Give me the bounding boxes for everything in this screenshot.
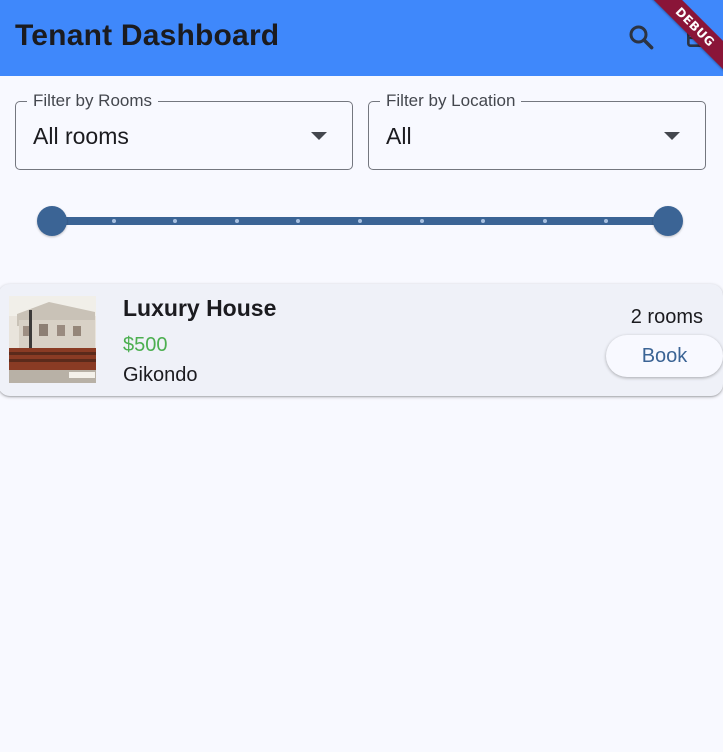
slider-upper-thumb[interactable] <box>653 206 683 236</box>
house-photo <box>9 296 96 383</box>
slider-lower-thumb[interactable] <box>37 206 67 236</box>
slider-tick <box>358 219 362 223</box>
slider-tick <box>111 219 116 223</box>
appbar-secondary-action-button[interactable] <box>678 18 716 56</box>
listing-title: Luxury House <box>123 295 277 321</box>
chevron-down-icon <box>311 132 327 140</box>
listing-location: Gikondo <box>123 364 198 386</box>
rooms-filter-label: Filter by Rooms <box>27 91 159 111</box>
slider-tick <box>542 219 547 223</box>
listing-rooms: 2 rooms <box>630 306 703 328</box>
listing-card[interactable]: Luxury House $500 Gikondo 2 rooms Book <box>0 284 723 396</box>
listing-price: $500 <box>123 334 168 356</box>
location-filter-label: Filter by Location <box>380 91 522 111</box>
book-button[interactable]: Book <box>606 335 723 377</box>
page-title: Tenant Dashboard <box>15 19 280 52</box>
location-filter-dropdown[interactable]: Filter by Location All <box>368 91 706 170</box>
rooms-filter-value: All rooms <box>33 123 129 149</box>
slider-tick <box>234 219 239 223</box>
search-icon <box>629 25 654 50</box>
search-button[interactable] <box>622 18 660 56</box>
app-bar: Tenant Dashboard <box>0 0 723 76</box>
partially-hidden-action-icon <box>687 27 707 47</box>
chevron-down-icon <box>664 132 680 140</box>
location-filter-value: All <box>386 123 412 149</box>
slider-tick <box>419 219 424 223</box>
price-range-slider[interactable] <box>37 205 683 237</box>
tenant-dashboard-screen: Tenant Dashboard DEBUG Filter by Rooms A… <box>0 0 723 752</box>
rooms-filter-dropdown[interactable]: Filter by Rooms All rooms <box>15 91 353 170</box>
